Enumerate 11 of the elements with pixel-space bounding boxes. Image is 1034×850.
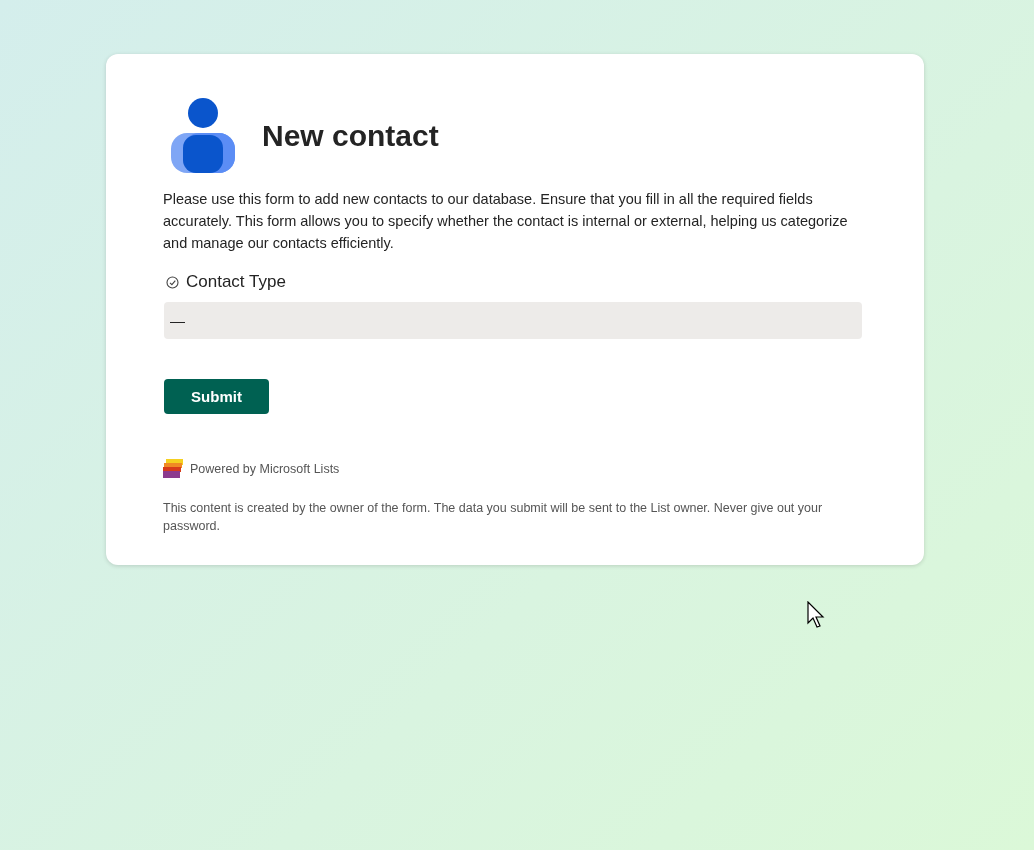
powered-by-text: Powered by Microsoft Lists [190, 462, 340, 476]
form-title: New contact [262, 119, 439, 153]
mouse-cursor-icon [807, 601, 827, 629]
dropdown-field[interactable]: — [164, 302, 862, 339]
disclaimer-text: This content is created by the owner of the form. The data you submit will be sent to the List owner. Never give out your password. [163, 500, 824, 535]
lists-logo-icon [163, 459, 183, 479]
form-description: Please use this form to add new contacts to our database. Ensure that you fill in all the required fields accurately. This form allows you to specify whether the contact is internal or external, helping us categorize and manage our contacts efficiently. [163, 190, 849, 253]
person-icon [171, 98, 235, 174]
check-circle-icon [166, 275, 179, 289]
submit-button[interactable]: Submit [164, 379, 269, 414]
field-label: Contact Type [186, 272, 286, 292]
